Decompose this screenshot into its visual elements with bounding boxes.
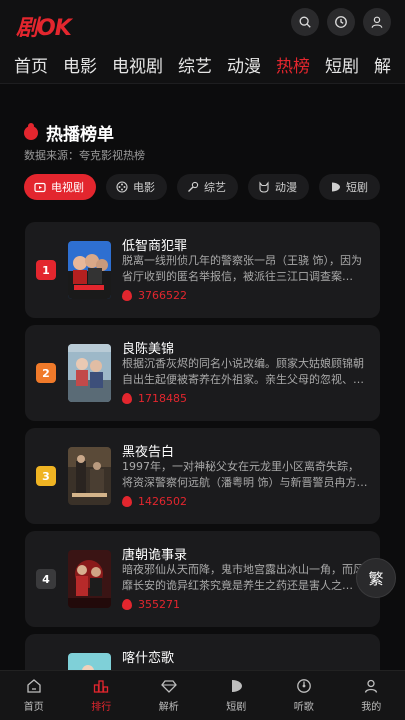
- data-source: 数据来源：夸克影视热榜: [24, 149, 145, 162]
- category-shorts[interactable]: 短剧: [319, 174, 380, 200]
- top-nav: 首页 电影 电视剧 综艺 动漫 热榜 短剧 解: [0, 46, 405, 84]
- rank-badge: 1: [36, 260, 56, 280]
- nav-item-shorts[interactable]: 短剧: [325, 52, 359, 77]
- heat-score: 1718485: [122, 392, 187, 405]
- item-title: 喀什恋歌: [122, 651, 175, 666]
- item-description: 1997年，一对神秘父女在元龙里小区离奇失踪，将资深警察何远航（潘粤明 饰）与新…: [122, 460, 359, 489]
- search-button[interactable]: [291, 8, 319, 36]
- music-disc-icon: [296, 679, 311, 693]
- category-tabs: 电视剧 电影 综艺 动漫 短剧: [24, 174, 390, 200]
- traditional-chinese-toggle[interactable]: 繁: [356, 558, 396, 598]
- section-title: 热播榜单: [24, 120, 114, 145]
- cat-icon: [259, 181, 269, 193]
- heat-score: 1426502: [122, 495, 187, 508]
- category-anime[interactable]: 动漫: [248, 174, 309, 200]
- diamond-icon: [160, 680, 177, 693]
- item-title: 黑夜告白: [122, 445, 175, 460]
- flame-icon: [122, 393, 132, 404]
- app-header: 剧OK: [0, 0, 405, 44]
- heat-value: 355271: [138, 598, 180, 611]
- mic-icon: [188, 181, 199, 192]
- poster-image: [68, 653, 111, 670]
- play-icon: [332, 182, 340, 192]
- tab-ranking[interactable]: 排行: [68, 671, 136, 720]
- ranking-item[interactable]: 1 低智商犯罪 脱离一线刑侦几年的警察张一昂（王骁 饰），因为省厅收到的匿名举报…: [25, 222, 380, 318]
- poster-image: [68, 447, 111, 505]
- tab-music[interactable]: 听歌: [270, 671, 338, 720]
- ranking-item[interactable]: 4 唐朝诡事录 暗夜邪仙从天而降，鬼市地宫露出冰山一角，而风靡长安的诡异红茶究竟…: [25, 531, 380, 627]
- main-content[interactable]: 热播榜单 数据来源：夸克影视热榜 电视剧 电影 综艺 动漫 短剧 1 低智商犯罪: [0, 84, 405, 670]
- fire-icon: [24, 125, 38, 140]
- tab-label: 听歌: [293, 702, 314, 713]
- heat-value: 1426502: [138, 495, 187, 508]
- rank-badge: 2: [36, 363, 56, 383]
- category-movie[interactable]: 电影: [106, 174, 167, 200]
- rank-badge: 3: [36, 466, 56, 486]
- item-title: 低智商犯罪: [122, 239, 188, 254]
- category-label: 短剧: [346, 181, 368, 194]
- ranking-item[interactable]: 2 良陈美锦 根据沉香灰烬的同名小说改编。顾家大姑娘顾锦朝自出生起便被寄养在外祖…: [25, 325, 380, 421]
- tab-label: 排行: [91, 702, 112, 713]
- item-title: 唐朝诡事录: [122, 548, 188, 563]
- tab-shorts[interactable]: 短剧: [203, 671, 271, 720]
- film-reel-icon: [116, 181, 128, 193]
- nav-item-hot[interactable]: 热榜: [276, 52, 310, 77]
- heat-value: 1718485: [138, 392, 187, 405]
- ranking-icon: [94, 680, 109, 693]
- nav-item-anime[interactable]: 动漫: [227, 52, 261, 77]
- category-label: 动漫: [275, 181, 297, 194]
- nav-item-variety[interactable]: 综艺: [178, 52, 212, 77]
- tab-home[interactable]: 首页: [0, 671, 68, 720]
- category-variety[interactable]: 综艺: [177, 174, 238, 200]
- user-button[interactable]: [363, 8, 391, 36]
- tab-label: 短剧: [226, 702, 247, 713]
- flame-icon: [122, 496, 132, 507]
- item-description: 根据沉香灰烬的同名小说改编。顾家大姑娘顾锦朝自出生起便被寄养在外祖家。亲生父母的…: [122, 357, 364, 386]
- history-icon: [335, 16, 347, 28]
- nav-item-movie[interactable]: 电影: [63, 52, 97, 77]
- poster-image: [68, 344, 111, 402]
- heat-score: 355271: [122, 598, 180, 611]
- item-description: 暗夜邪仙从天而降，鬼市地宫露出冰山一角，而风靡长安的诡异红茶究竟是养生之药还是害…: [122, 563, 364, 592]
- section-title-text: 热播榜单: [46, 125, 114, 145]
- heat-value: 3766522: [138, 289, 187, 302]
- nav-item-more[interactable]: 解: [374, 52, 391, 77]
- ranking-item[interactable]: 喀什恋歌: [25, 634, 380, 670]
- home-icon: [27, 679, 41, 693]
- rank-badge: 4: [36, 569, 56, 589]
- item-title: 良陈美锦: [122, 342, 175, 357]
- ranking-item[interactable]: 3 黑夜告白 1997年，一对神秘父女在元龙里小区离奇失踪，将资深警察何远航（潘…: [25, 428, 380, 524]
- tab-label: 我的: [361, 702, 382, 713]
- poster-image: [68, 550, 111, 608]
- profile-icon: [365, 679, 378, 693]
- user-icon: [371, 16, 383, 28]
- tab-label: 解析: [158, 702, 179, 713]
- tab-label: 首页: [23, 702, 44, 713]
- category-tv[interactable]: 电视剧: [24, 174, 96, 200]
- search-icon: [299, 16, 311, 28]
- app-logo[interactable]: 剧OK: [16, 10, 72, 42]
- category-label: 综艺: [204, 181, 226, 194]
- tab-profile[interactable]: 我的: [338, 671, 405, 720]
- history-button[interactable]: [327, 8, 355, 36]
- nav-item-tv[interactable]: 电视剧: [112, 52, 163, 77]
- bottom-tab-bar: 首页 排行 解析 短剧 听歌 我的: [0, 670, 405, 720]
- heat-score: 3766522: [122, 289, 187, 302]
- poster-image: [68, 241, 111, 299]
- tv-icon: [34, 182, 46, 193]
- category-label: 电视剧: [51, 181, 84, 194]
- flame-icon: [122, 290, 132, 301]
- item-description: 脱离一线刑侦几年的警察张一昂（王骁 饰），因为省厅收到的匿名举报信，被派往三江口…: [122, 254, 362, 283]
- tab-analysis[interactable]: 解析: [135, 671, 203, 720]
- flame-icon: [122, 599, 132, 610]
- nav-item-home[interactable]: 首页: [14, 52, 48, 77]
- category-label: 电影: [133, 181, 155, 194]
- shorts-icon: [232, 680, 243, 692]
